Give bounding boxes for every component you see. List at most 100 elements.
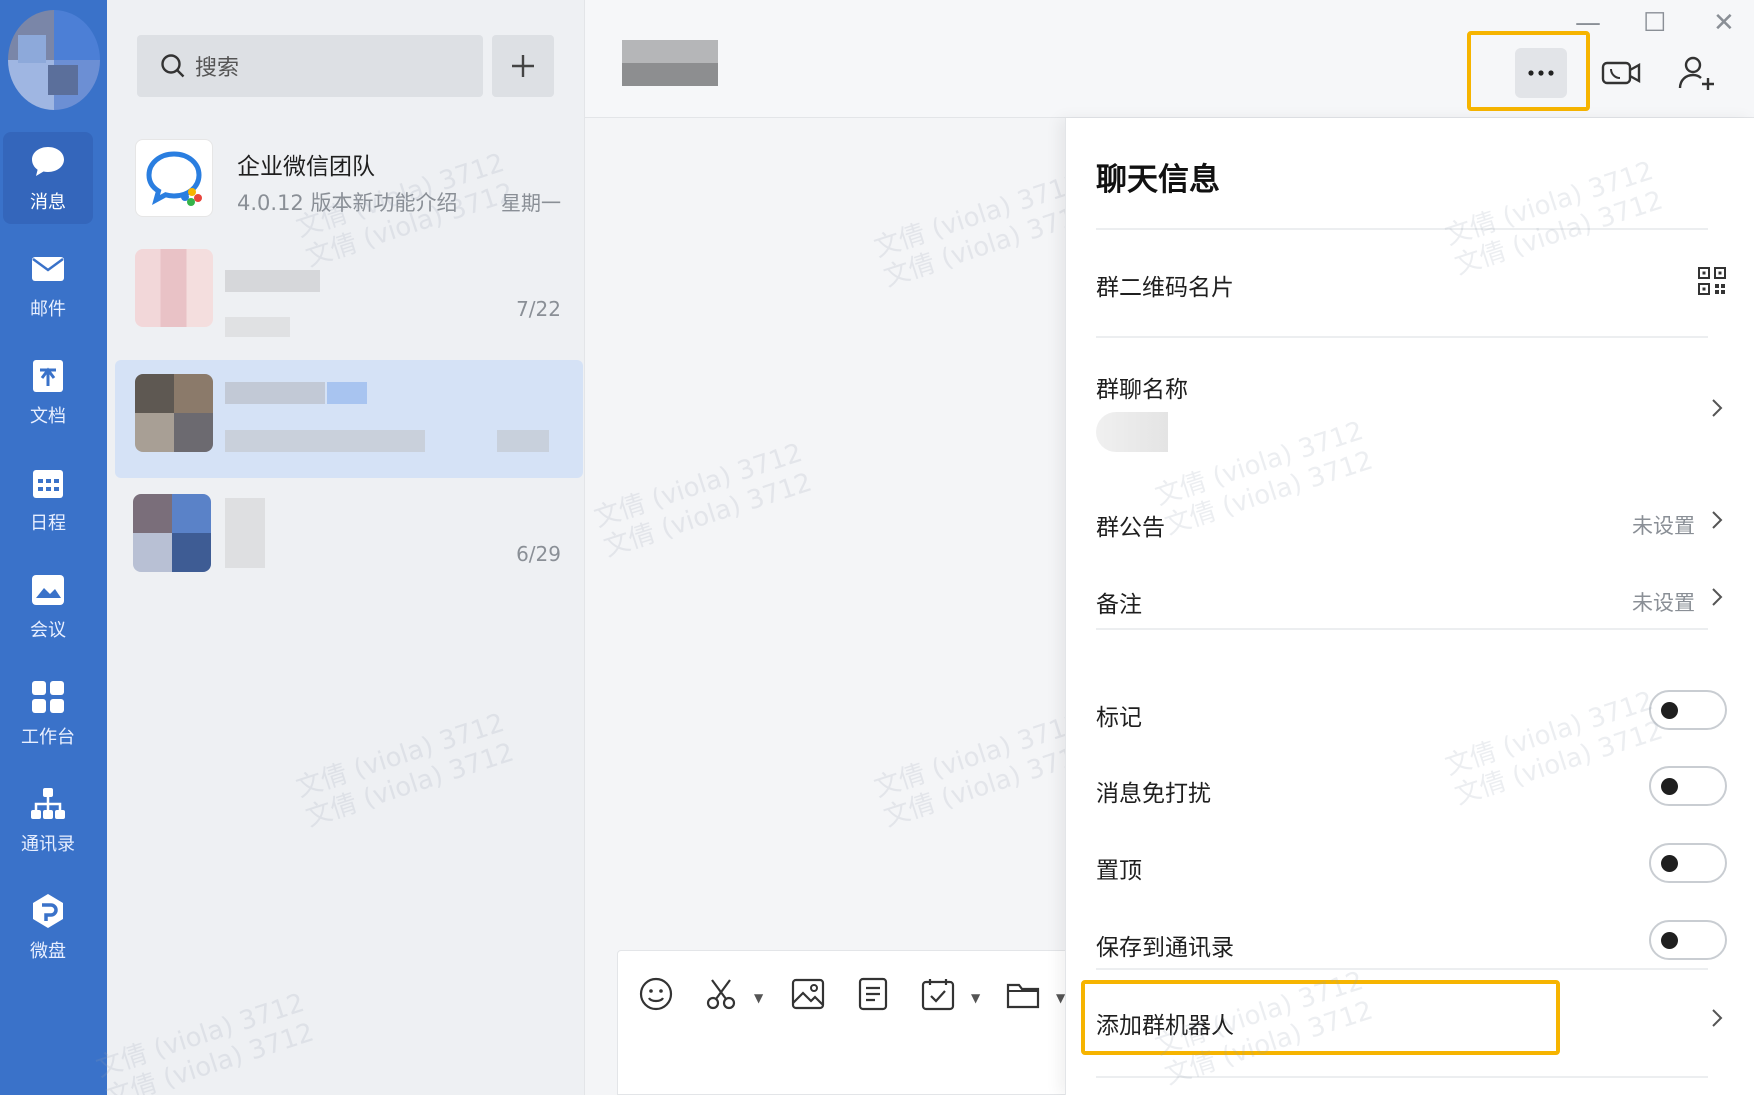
nav-label: 通讯录: [21, 834, 75, 855]
message-composer[interactable]: ▼ ▼ ▼: [617, 950, 1097, 1095]
nav-item-meeting[interactable]: 会议: [3, 560, 93, 652]
emoji-button[interactable]: [638, 976, 678, 1016]
user-avatar[interactable]: [8, 10, 100, 110]
notes-icon: [858, 977, 888, 1011]
nav-label: 消息: [30, 192, 66, 213]
remark-value: 未设置: [1632, 591, 1695, 615]
add-robot-row[interactable]: 添加群机器人: [1066, 990, 1754, 1050]
nav-label: 会议: [30, 620, 66, 641]
blurred-name: [225, 498, 265, 568]
blurred-time: [497, 430, 549, 452]
toggle-knob: [1661, 932, 1678, 949]
more-dots-icon: [1528, 70, 1554, 76]
add-robot-label: 添加群机器人: [1096, 1013, 1234, 1039]
conversation-avatar: [133, 494, 211, 572]
conversation-list: 搜索 企业微信团队 4.0.12 版本新功能介绍 星期一 7/22 6/29 文…: [93, 0, 585, 1095]
add-button[interactable]: [492, 35, 554, 97]
conversation-item[interactable]: 6/29: [107, 480, 585, 590]
divider: [1096, 336, 1708, 338]
nav-label: 日程: [30, 513, 66, 534]
remark-row[interactable]: 备注 未设置: [1066, 569, 1754, 629]
minimize-icon[interactable]: —: [1575, 8, 1601, 38]
nav-label: 工作台: [21, 727, 75, 748]
emoji-icon: [639, 977, 673, 1011]
add-member-button[interactable]: [1671, 48, 1723, 98]
screenshot-dropdown-icon[interactable]: ▼: [754, 991, 763, 1005]
announcement-value: 未设置: [1632, 514, 1695, 538]
add-person-icon: [1678, 56, 1714, 90]
wecom-logo-icon: [146, 151, 202, 206]
search-icon: [161, 54, 185, 78]
folder-icon: [1006, 983, 1040, 1009]
wecom-team-avatar: [135, 139, 213, 217]
mark-label: 标记: [1096, 705, 1142, 731]
announcement-row[interactable]: 群公告 未设置: [1066, 492, 1754, 552]
pin-row: 置顶: [1066, 835, 1754, 895]
screenshot-button[interactable]: [703, 976, 743, 1016]
qr-code-icon: [1698, 267, 1726, 295]
nav-item-workbench[interactable]: 工作台: [3, 667, 93, 759]
nav-item-docs[interactable]: 文档: [3, 346, 93, 438]
pin-toggle[interactable]: [1649, 843, 1727, 883]
schedule-dropdown-icon[interactable]: ▼: [971, 991, 980, 1005]
blurred-preview: [225, 317, 290, 337]
blurred-name-part: [327, 382, 367, 404]
meeting-icon: [32, 575, 64, 605]
video-call-button[interactable]: [1595, 48, 1647, 98]
chevron-right-icon: [1707, 583, 1727, 611]
blurred-name: [225, 382, 325, 404]
mark-toggle[interactable]: [1649, 690, 1727, 730]
image-button[interactable]: [790, 976, 830, 1016]
watermark: 文倩 (viola) 3712 文倩 (viola) 3712: [870, 168, 1096, 294]
group-name-row[interactable]: 群聊名称: [1066, 354, 1754, 464]
nav-item-messages[interactable]: 消息: [3, 132, 93, 224]
nav-item-calendar[interactable]: 日程: [3, 453, 93, 545]
save-contacts-toggle[interactable]: [1649, 920, 1727, 960]
watermark: 文倩 (viola) 3712 文倩 (viola) 3712: [870, 708, 1096, 834]
chevron-right-icon: [1707, 1004, 1727, 1032]
file-button[interactable]: [1005, 976, 1045, 1016]
divider: [1096, 1076, 1708, 1078]
toggle-knob: [1661, 855, 1678, 872]
file-dropdown-icon[interactable]: ▼: [1056, 991, 1065, 1005]
notes-button[interactable]: [855, 976, 895, 1016]
contacts-icon: [31, 788, 65, 819]
more-button[interactable]: [1515, 48, 1567, 98]
group-name-label: 群聊名称: [1096, 377, 1188, 403]
mute-row: 消息免打扰: [1066, 758, 1754, 818]
maximize-icon[interactable]: ☐: [1643, 8, 1666, 38]
divider: [1096, 968, 1708, 970]
mark-row: 标记: [1066, 682, 1754, 742]
panel-title: 聊天信息: [1096, 162, 1220, 198]
document-icon: [33, 360, 63, 392]
schedule-button[interactable]: [920, 976, 960, 1016]
divider: [1096, 228, 1708, 230]
conversation-item[interactable]: 企业微信团队 4.0.12 版本新功能介绍 星期一: [107, 125, 585, 235]
conversation-preview: 4.0.12 版本新功能介绍: [237, 191, 458, 215]
chevron-right-icon: [1707, 506, 1727, 534]
nav-item-contacts[interactable]: 通讯录: [3, 774, 93, 866]
group-name-value: [1096, 412, 1168, 452]
plus-icon: [512, 55, 534, 77]
search-box[interactable]: 搜索: [137, 35, 483, 97]
calendar-icon: [33, 470, 63, 498]
scissors-icon: [706, 979, 736, 1010]
calendar-check-icon: [921, 979, 955, 1011]
conversation-item[interactable]: 7/22: [107, 235, 585, 345]
nav-item-mail[interactable]: 邮件: [3, 239, 93, 331]
conversation-name: 企业微信团队: [237, 154, 375, 180]
chat-info-panel: 聊天信息 群二维码名片 群聊名称 群公告 未设置 备注 未设置 标记 消息免打扰…: [1065, 118, 1754, 1095]
announcement-label: 群公告: [1096, 515, 1165, 541]
group-qr-row[interactable]: 群二维码名片: [1066, 252, 1754, 312]
chevron-right-icon: [1707, 394, 1727, 422]
close-icon[interactable]: ✕: [1713, 8, 1735, 38]
blurred-preview: [225, 430, 425, 452]
save-contacts-row: 保存到通讯录: [1066, 912, 1754, 972]
watermark: 文倩 (viola) 3712 文倩 (viola) 3712: [292, 708, 518, 834]
mute-toggle[interactable]: [1649, 766, 1727, 806]
chat-bubble-icon: [32, 147, 64, 176]
video-call-icon: [1601, 61, 1641, 85]
nav-item-drive[interactable]: 微盘: [3, 881, 93, 973]
conversation-time: 7/22: [516, 297, 561, 321]
conversation-item-selected[interactable]: [107, 360, 585, 478]
